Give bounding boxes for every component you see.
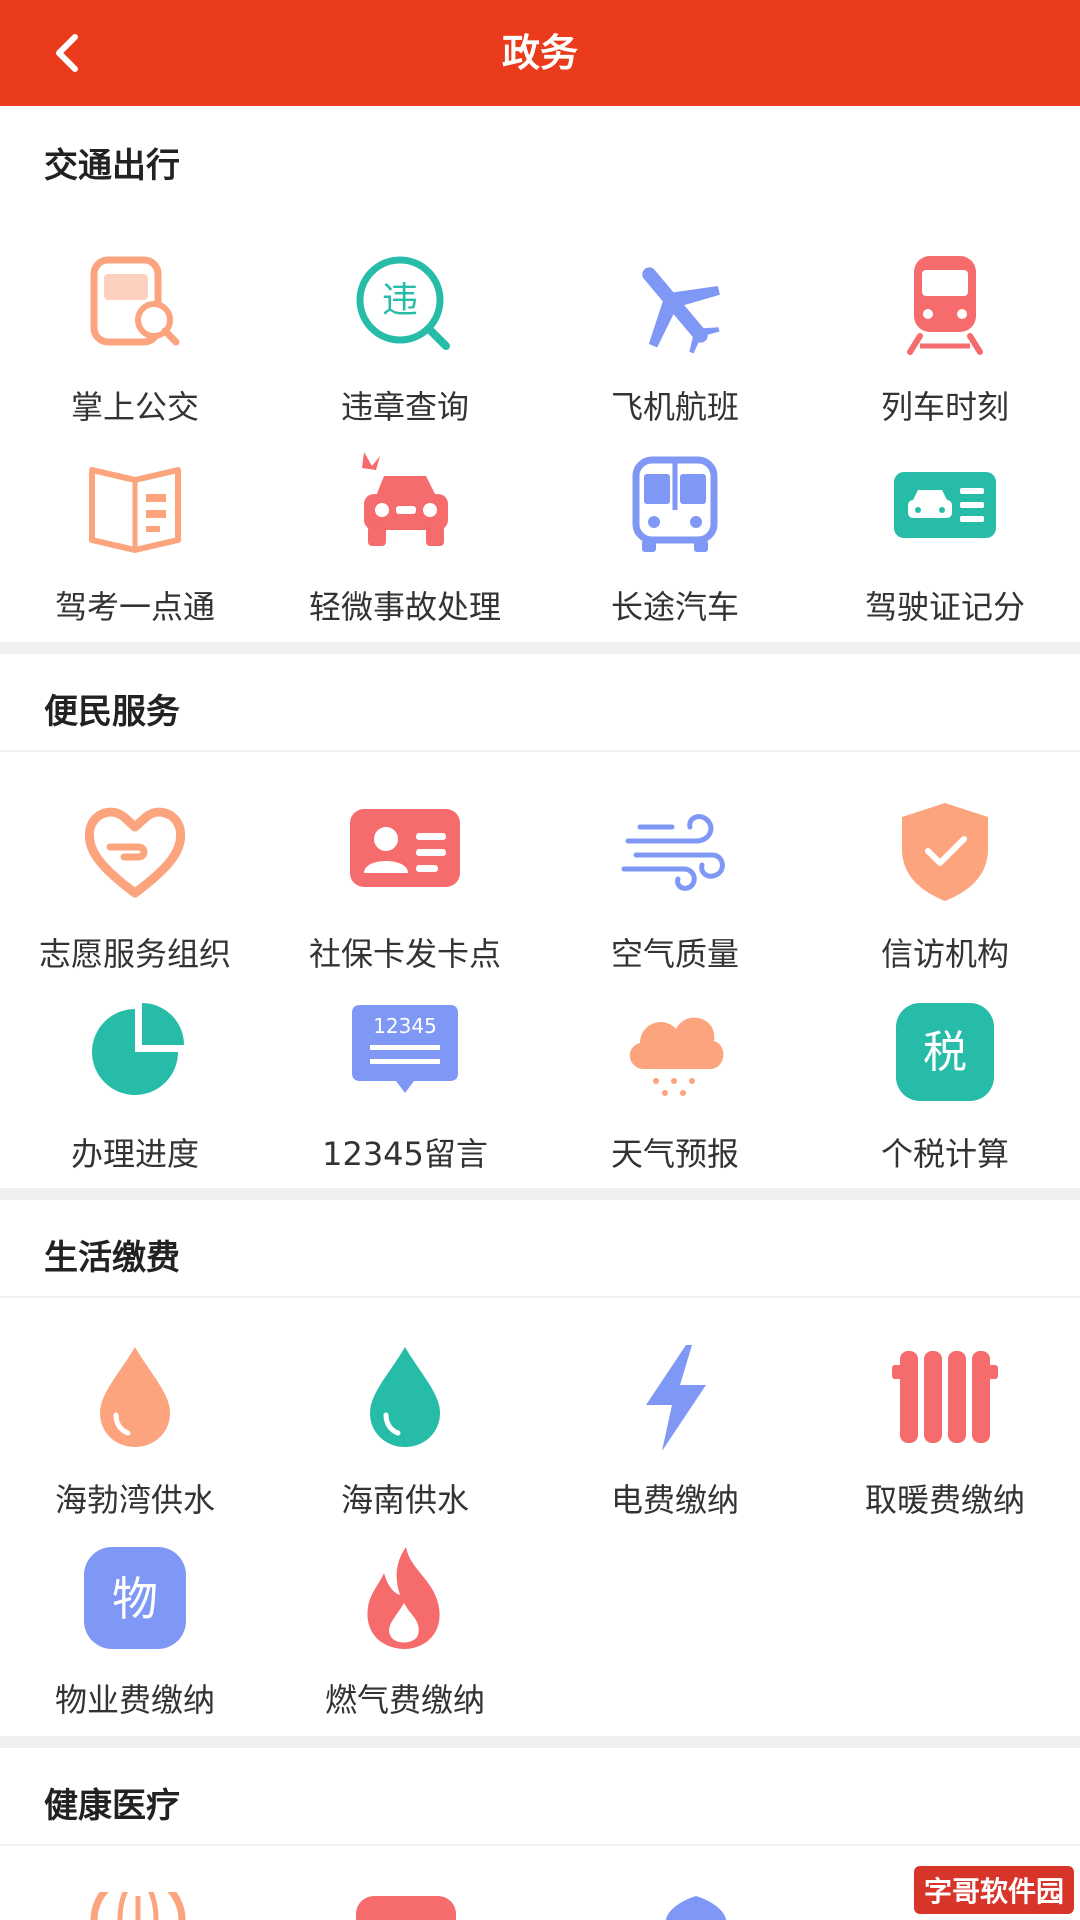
car-accident-icon [350, 450, 460, 560]
grid-item-flight[interactable]: 飞机航班 [540, 250, 810, 440]
section-header-line [0, 1296, 1080, 1298]
section-title-health: 健康医疗 [44, 1786, 180, 1826]
grid-item-electricity[interactable]: 电费缴纳 [540, 1343, 810, 1533]
grid-item-driving-exam[interactable]: 驾考一点通 [0, 450, 270, 640]
globe-icon [90, 1892, 186, 1920]
grid-item-label: 驾驶证记分 [864, 588, 1025, 626]
grid-item-label: 列车时刻 [880, 388, 1009, 426]
grid-item-label: 取暖费缴纳 [864, 1481, 1025, 1519]
section-header-line [0, 1844, 1080, 1846]
grid-item-coach[interactable]: 长途汽车 [540, 450, 810, 640]
grid-item-progress[interactable]: 办理进度 [0, 997, 270, 1187]
wind-icon [620, 797, 730, 907]
violation-search-icon: 违 [350, 250, 460, 360]
train-icon [890, 250, 1000, 360]
grid-item-label: 电费缴纳 [610, 1481, 739, 1519]
grid-item-label: 海勃湾供水 [54, 1481, 215, 1519]
grid-item-label: 掌上公交 [70, 388, 199, 426]
grid-item-hainan-water[interactable]: 海南供水 [270, 1343, 540, 1533]
grid-item-train[interactable]: 列车时刻 [810, 250, 1080, 440]
grid-item-social-card[interactable]: 社保卡发卡点 [270, 797, 540, 987]
water-drop-orange-icon [80, 1343, 190, 1453]
medical-blue-icon [666, 1896, 726, 1920]
message-bubble-icon: 12345 [350, 997, 460, 1107]
app-header: 政务 [0, 0, 1080, 106]
grid-item-gas-fee[interactable]: 燃气费缴纳 [270, 1543, 540, 1733]
bus-search-icon [80, 250, 190, 360]
id-card-icon [350, 797, 460, 907]
open-book-icon [80, 450, 190, 560]
medical-icon [356, 1896, 456, 1920]
lightning-icon [620, 1343, 730, 1453]
section-title-services: 便民服务 [44, 692, 180, 732]
grid-item-label: 志愿服务组织 [38, 935, 231, 973]
grid-item-label: 轻微事故处理 [308, 588, 501, 626]
grid-item-label: 驾考一点通 [54, 588, 215, 626]
page-title: 政务 [501, 31, 578, 75]
grid-item-label: 办理进度 [70, 1135, 199, 1173]
grid-item-accident[interactable]: 轻微事故处理 [270, 450, 540, 640]
grid-item-haibowan-water[interactable]: 海勃湾供水 [0, 1343, 270, 1533]
grid-item-label: 信访机构 [880, 935, 1009, 973]
tax-icon: 税 [890, 997, 1000, 1107]
water-drop-teal-icon [350, 1343, 460, 1453]
section-title-payments: 生活缴费 [44, 1238, 180, 1278]
grid-item-label: 燃气费缴纳 [324, 1681, 485, 1719]
section-divider [0, 1736, 1080, 1748]
shield-check-icon [890, 797, 1000, 907]
grid-item-petition[interactable]: 信访机构 [810, 797, 1080, 987]
svg-text:税: 税 [923, 1027, 967, 1078]
coach-bus-icon [620, 450, 730, 560]
grid-item-property-fee[interactable]: 物 物业费缴纳 [0, 1543, 270, 1733]
grid-item-heating[interactable]: 取暖费缴纳 [810, 1343, 1080, 1533]
grid-item-label: 空气质量 [610, 935, 739, 973]
grid-item-label: 天气预报 [610, 1135, 739, 1173]
grid-item-label: 个税计算 [880, 1135, 1009, 1173]
grid-item-label: 违章查询 [340, 388, 469, 426]
section-header-line [0, 750, 1080, 752]
grid-item-12345[interactable]: 12345 12345留言 [270, 997, 540, 1187]
grid-item-label: 长途汽车 [610, 588, 739, 626]
grid-item-volunteer[interactable]: 志愿服务组织 [0, 797, 270, 987]
radiator-icon [890, 1343, 1000, 1453]
grid-item-license-points[interactable]: 驾驶证记分 [810, 450, 1080, 640]
grid-item-weather[interactable]: 天气预报 [540, 997, 810, 1187]
pie-chart-icon [80, 997, 190, 1107]
grid-item-tax[interactable]: 税 个税计算 [810, 997, 1080, 1187]
svg-text:物: 物 [112, 1572, 158, 1626]
driver-license-icon [890, 450, 1000, 560]
svg-text:违: 违 [382, 280, 418, 321]
cloud-rain-icon [620, 997, 730, 1107]
section-divider [0, 642, 1080, 654]
watermark: 字哥软件园 [913, 1866, 1074, 1914]
flame-icon [350, 1543, 460, 1653]
heart-hand-icon [80, 797, 190, 907]
airplane-icon [620, 250, 730, 360]
grid-item-label: 12345留言 [322, 1135, 488, 1173]
grid-item-label: 飞机航班 [610, 388, 739, 426]
grid-item-violation[interactable]: 违 违章查询 [270, 250, 540, 440]
section-divider [0, 1188, 1080, 1200]
grid-item-bus[interactable]: 掌上公交 [0, 250, 270, 440]
property-icon: 物 [80, 1543, 190, 1653]
grid-item-label: 海南供水 [340, 1481, 469, 1519]
grid-item-label: 社保卡发卡点 [308, 935, 501, 973]
section-title-transport: 交通出行 [44, 146, 180, 186]
grid-item-air-quality[interactable]: 空气质量 [540, 797, 810, 987]
svg-text:12345: 12345 [373, 1014, 437, 1038]
grid-item-label: 物业费缴纳 [54, 1681, 215, 1719]
